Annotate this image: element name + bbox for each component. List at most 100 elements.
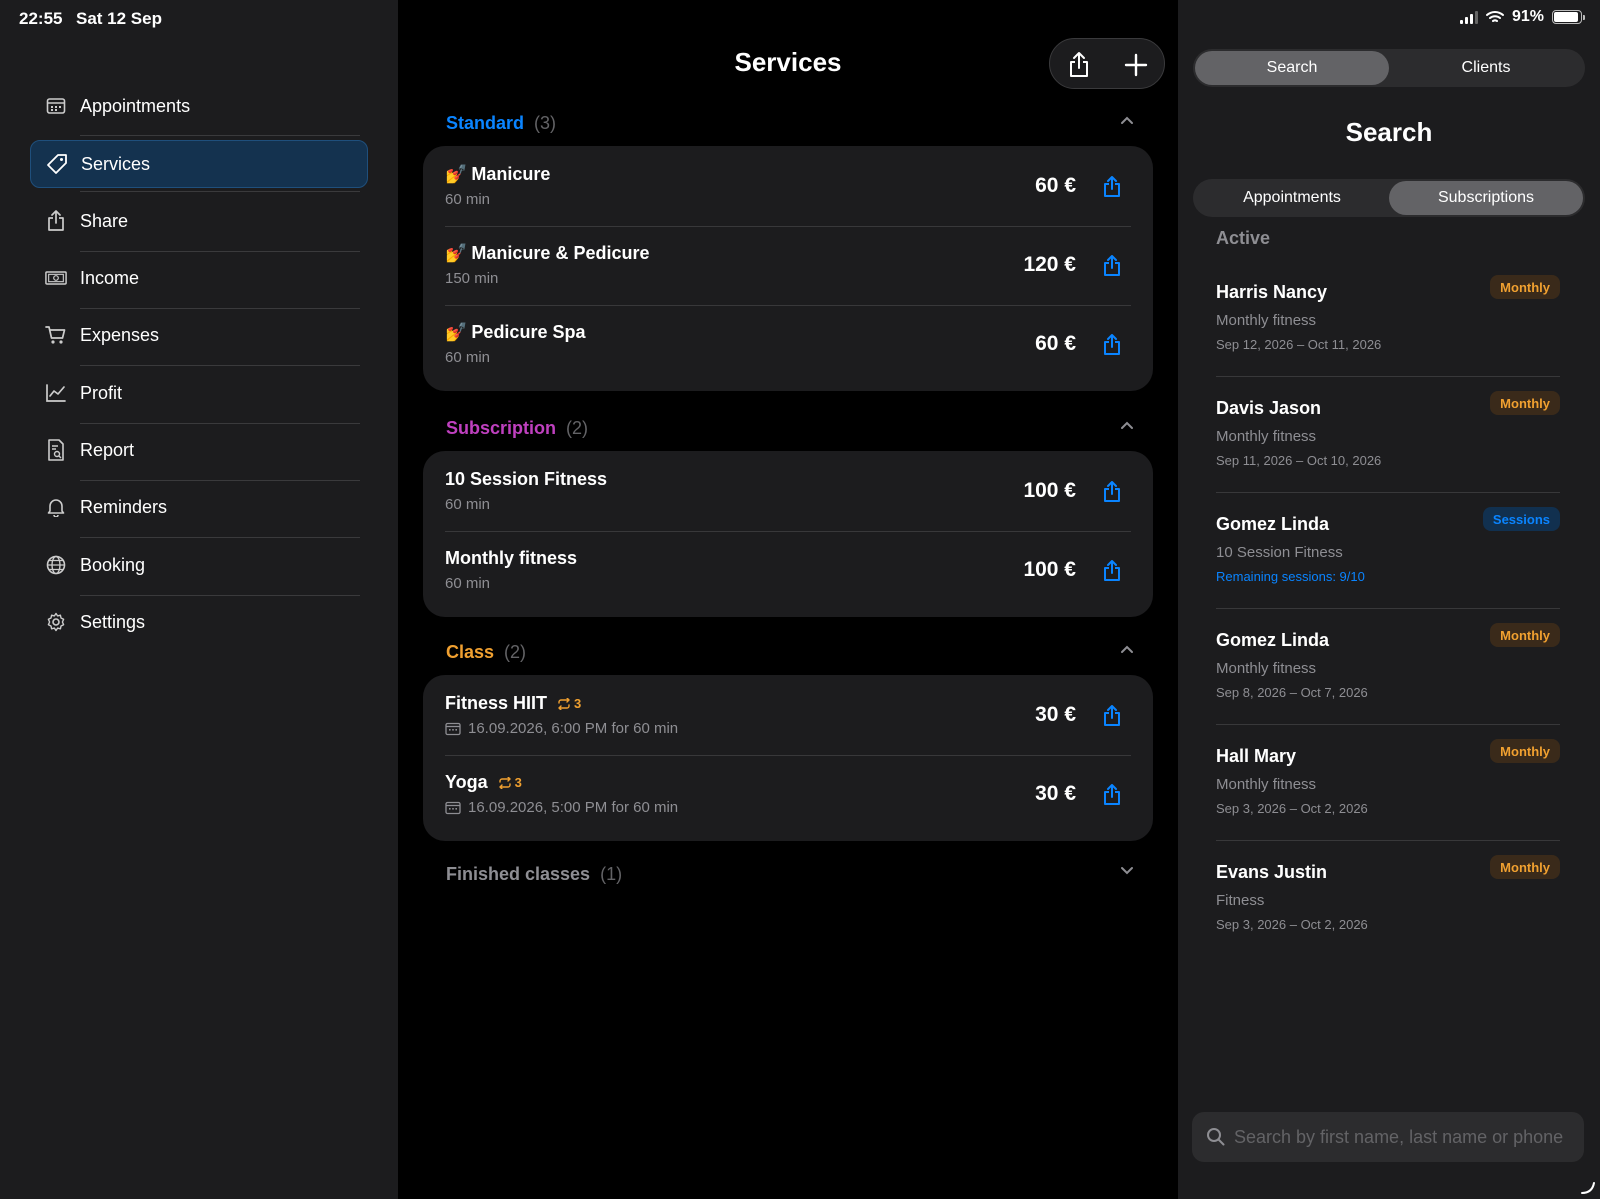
share-service-button[interactable] (1103, 560, 1121, 587)
search-input[interactable] (1234, 1112, 1574, 1162)
sidebar-item-settings[interactable]: Settings (30, 598, 368, 646)
service-title: Fitness HIIT 3 (445, 693, 581, 714)
divider (80, 308, 360, 309)
service-title: Monthly fitness (445, 548, 577, 569)
sidebar-item-appointments[interactable]: Appointments (30, 82, 368, 130)
battery-percent: 91% (1511, 8, 1544, 25)
subscription-item[interactable]: Gomez Linda 10 Session Fitness Remaining s… (1216, 507, 1560, 632)
section-count: (3) (534, 112, 557, 133)
wifi-icon (1485, 11, 1504, 22)
sidebar-item-report[interactable]: Report (30, 426, 368, 474)
service-row[interactable]: Yoga 3 16.09.2026, 5:00 PM for 60 min 30 € (423, 756, 1153, 835)
sidebar-item-label: Reminders (80, 496, 168, 517)
divider (1216, 492, 1560, 493)
service-name: Yoga (445, 772, 488, 792)
subscription-detail: Sep 11, 2026 – Oct 10, 2026 (1216, 453, 1382, 468)
search-field[interactable] (1192, 1112, 1584, 1162)
share-service-button[interactable] (1103, 255, 1121, 282)
chevron-up-icon (1121, 116, 1133, 124)
service-name: 10 Session Fitness (445, 469, 608, 489)
subscription-item[interactable]: Gomez Linda Monthly fitness Sep 8, 2026 – … (1216, 623, 1560, 748)
divider (1216, 840, 1560, 841)
services-panel: Services Standard (3) 💅 Manicure 60 min 60 € 💅… (398, 0, 1178, 1199)
divider (80, 537, 360, 538)
subscription-service: Fitness (1216, 892, 1265, 909)
chevron-down-icon (1121, 867, 1133, 875)
share-service-button[interactable] (1103, 481, 1121, 508)
service-name: Monthly fitness (445, 548, 578, 568)
status-badge: Monthly (1490, 275, 1560, 299)
divider (1216, 724, 1560, 725)
calendar-icon (445, 722, 461, 735)
service-subtitle: 60 min (445, 191, 490, 208)
subscription-item[interactable]: Davis Jason Monthly fitness Sep 11, 2026 –… (1216, 391, 1560, 516)
tab-subscriptions[interactable]: Subscriptions (1389, 181, 1583, 215)
service-title: 10 Session Fitness (445, 469, 607, 490)
nail-polish-icon: 💅 (445, 243, 468, 263)
cellular-icon (1459, 10, 1478, 24)
service-subtitle: 60 min (445, 496, 490, 513)
search-icon (1207, 1128, 1225, 1146)
service-price: 60 € (1035, 332, 1076, 355)
status-badge: Monthly (1490, 391, 1560, 415)
subscription-service: Monthly fitness (1216, 312, 1317, 329)
export-button[interactable] (1050, 39, 1107, 90)
share-service-button[interactable] (1103, 705, 1121, 732)
sidebar-item-reminders[interactable]: Reminders (30, 483, 368, 531)
share-service-button[interactable] (1103, 176, 1121, 203)
service-detail: 150 min (445, 270, 499, 287)
sidebar-item-share[interactable]: Share (30, 197, 368, 245)
service-name: Manicure & Pedicure (471, 243, 650, 263)
share-service-button[interactable] (1103, 784, 1121, 811)
share-icon (1104, 705, 1120, 726)
service-row[interactable]: Fitness HIIT 3 16.09.2026, 6:00 PM for 60 … (423, 677, 1153, 756)
repeat-count: 3 (514, 775, 522, 790)
divider (80, 480, 360, 481)
sidebar-item-booking[interactable]: Booking (30, 541, 368, 589)
section-header-subscription[interactable]: Subscription (2) (446, 416, 1134, 440)
service-price: 100 € (1023, 558, 1076, 581)
tab-search[interactable]: Search (1195, 51, 1389, 85)
share-icon (1069, 51, 1088, 77)
service-row[interactable]: 💅 Manicure & Pedicure 150 min 120 € (423, 227, 1153, 306)
sub-segment: Appointments Subscriptions (1193, 179, 1585, 217)
add-service-button[interactable] (1107, 39, 1164, 90)
section-count: (2) (566, 417, 589, 438)
service-title: 💅 Pedicure Spa (445, 322, 585, 343)
services-card: 💅 Manicure 60 min 60 € 💅 Manicure & Pedicure 1… (423, 146, 1153, 391)
service-row[interactable]: Monthly fitness 60 min 100 € (423, 532, 1153, 611)
divider (80, 251, 360, 252)
tab-clients[interactable]: Clients (1389, 51, 1583, 85)
repeat-icon (498, 776, 511, 789)
subscription-service: 10 Session Fitness (1216, 544, 1343, 561)
tab-appointments[interactable]: Appointments (1195, 181, 1389, 215)
share-service-button[interactable] (1103, 334, 1121, 361)
service-name: Pedicure Spa (471, 322, 586, 342)
subscription-detail: Sep 8, 2026 – Oct 7, 2026 (1216, 685, 1368, 700)
sidebar-item-income[interactable]: Income (30, 254, 368, 302)
section-header-class[interactable]: Class (2) (446, 640, 1134, 664)
sidebar-item-services[interactable]: Services (30, 140, 368, 188)
divider (1216, 376, 1560, 377)
status-time: 22:55 (19, 9, 63, 28)
subscription-detail: Sep 12, 2026 – Oct 11, 2026 (1216, 337, 1382, 352)
sidebar-item-label: Appointments (80, 95, 191, 116)
service-row[interactable]: 💅 Pedicure Spa 60 min 60 € (423, 306, 1153, 385)
subscription-item[interactable]: Hall Mary Monthly fitness Sep 3, 2026 – Oc… (1216, 739, 1560, 864)
subscription-item[interactable]: Harris Nancy Monthly fitness Sep 12, 2026 … (1216, 275, 1560, 400)
sidebar-item-expenses[interactable]: Expenses (30, 311, 368, 359)
finished-classes-header[interactable]: Finished classes (1) (446, 862, 1134, 886)
chevron-up-icon (1121, 421, 1133, 429)
sidebar-item-profit[interactable]: Profit (30, 369, 368, 417)
service-subtitle: 150 min (445, 270, 498, 287)
subscription-item[interactable]: Evans Justin Fitness Sep 3, 2026 – Oct 2, … (1216, 855, 1560, 980)
divider (80, 135, 360, 136)
section-header-standard[interactable]: Standard (3) (446, 111, 1134, 135)
service-row[interactable]: 💅 Manicure 60 min 60 € (423, 148, 1153, 227)
section-title: Subscription (446, 417, 557, 438)
service-row[interactable]: 10 Session Fitness 60 min 100 € (423, 453, 1153, 532)
divider (80, 423, 360, 424)
bell-icon (45, 496, 67, 518)
section-count: (2) (504, 641, 527, 662)
resize-handle-icon[interactable] (1580, 1179, 1596, 1195)
